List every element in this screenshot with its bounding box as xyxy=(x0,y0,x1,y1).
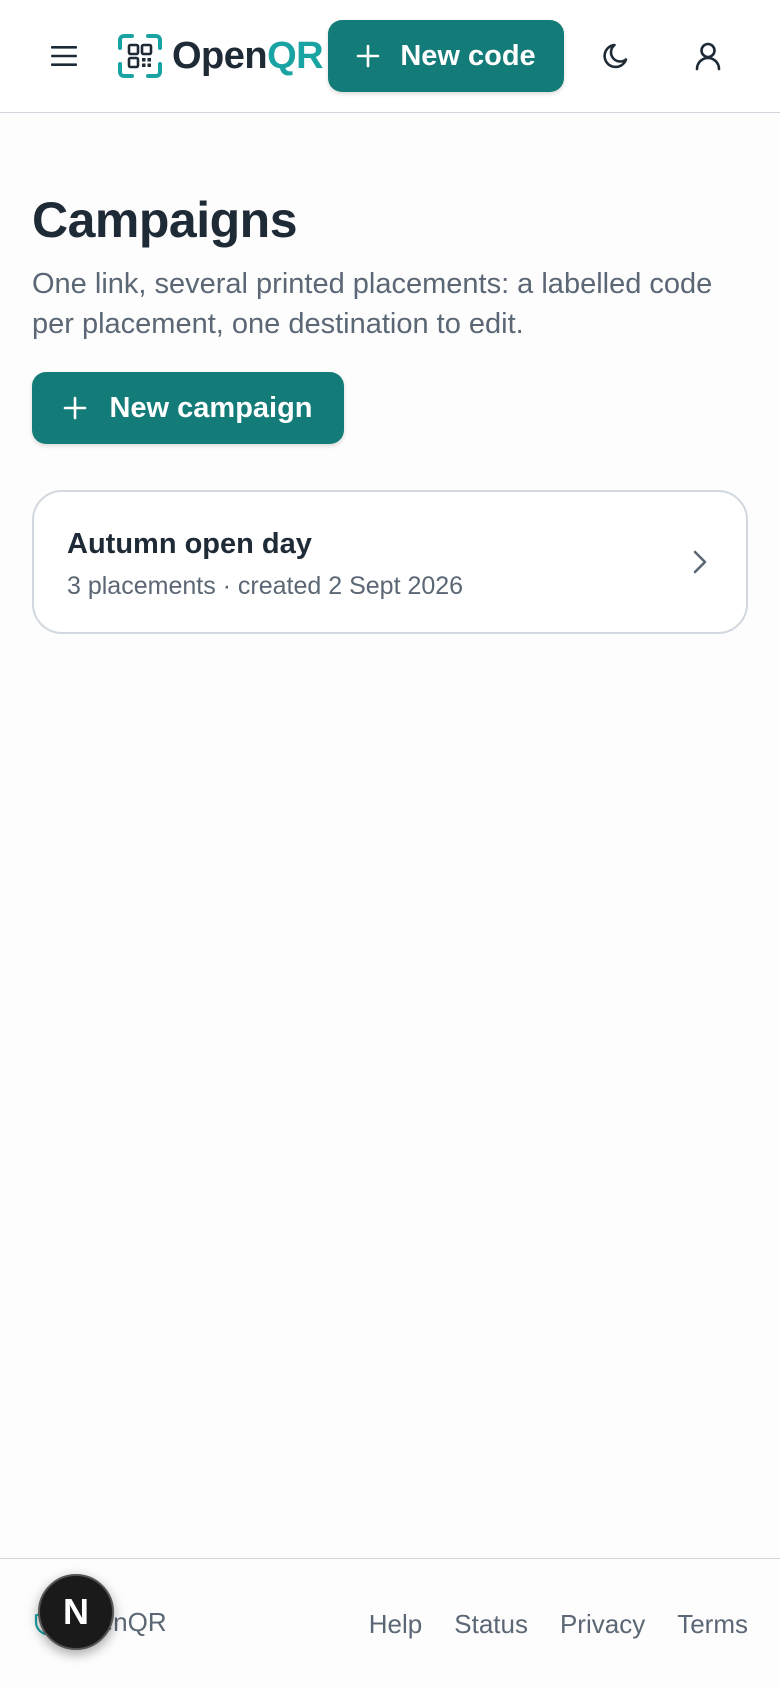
logo-text: OpenQR xyxy=(172,34,324,78)
page-title: Campaigns xyxy=(32,192,298,248)
campaign-name: Autumn open day xyxy=(67,528,312,560)
logo-text-prefix: Open xyxy=(172,34,268,77)
new-campaign-button[interactable]: New campaign xyxy=(32,372,344,444)
logo[interactable]: OpenQR xyxy=(116,32,324,80)
plus-icon xyxy=(64,396,87,420)
menu-button[interactable] xyxy=(44,36,84,76)
campaign-card[interactable]: Autumn open day 3 placements · created 2… xyxy=(32,490,748,634)
footer-link-terms[interactable]: Terms xyxy=(677,1609,748,1640)
theme-toggle-button[interactable] xyxy=(594,34,638,78)
footer-link-privacy[interactable]: Privacy xyxy=(560,1609,645,1640)
logo-text-suffix: QR xyxy=(267,34,324,77)
dev-tools-badge-letter: N xyxy=(63,1591,89,1632)
page-subtitle: One link, several printed placements: a … xyxy=(32,268,713,340)
main-content: Campaigns One link, several printed plac… xyxy=(32,190,748,444)
qr-logo-icon xyxy=(118,34,162,78)
menu-icon xyxy=(51,46,77,66)
new-campaign-label: New campaign xyxy=(109,391,313,424)
footer-link-help[interactable]: Help xyxy=(369,1609,422,1640)
user-icon xyxy=(695,42,721,71)
account-button[interactable] xyxy=(686,34,730,78)
moon-icon xyxy=(603,43,628,69)
chevron-right-icon xyxy=(693,550,707,574)
plus-icon xyxy=(357,44,380,68)
footer-links: Help Status Privacy Terms xyxy=(369,1609,748,1640)
dev-tools-badge[interactable]: N xyxy=(38,1574,114,1650)
footer: OpenQR Help Status Privacy Terms xyxy=(0,1558,780,1688)
campaign-meta: 3 placements · created 2 Sept 2026 xyxy=(67,572,464,600)
new-code-label: New code xyxy=(400,39,536,72)
top-header: OpenQR New code xyxy=(0,0,780,113)
footer-link-status[interactable]: Status xyxy=(454,1609,528,1640)
new-code-button[interactable]: New code xyxy=(328,20,564,92)
